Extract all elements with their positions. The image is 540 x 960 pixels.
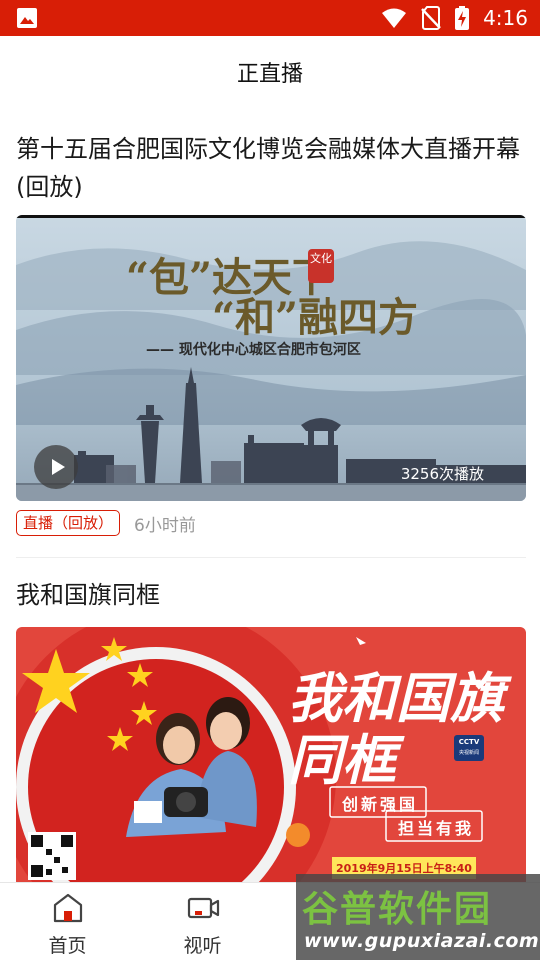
- watermark-logo: 谷普软件园: [302, 889, 493, 930]
- video-thumbnail[interactable]: 我和国旗同框 CCTV 央视新闻 创新强国 担当有我 2019年9月15日上午8…: [16, 627, 526, 882]
- nav-item-home[interactable]: 首页: [0, 883, 135, 960]
- article-meta: 直播（回放） 6小时前: [16, 510, 526, 536]
- image-icon: [17, 8, 37, 28]
- play-button[interactable]: [34, 445, 78, 489]
- publish-time: 6小时前: [134, 515, 196, 536]
- thumbnail-subtitle: —— 现代化中心城区合肥市包河区: [146, 342, 361, 358]
- battery-charging-icon: [455, 6, 470, 30]
- status-bar: 4:16: [0, 0, 540, 36]
- live-replay-badge: 直播（回放）: [16, 510, 121, 536]
- slogan-line-2: “和”融四方: [212, 294, 419, 341]
- status-time: 4:16: [483, 6, 528, 30]
- site-watermark: 谷普软件园 www.gupuxiazai.com: [296, 874, 540, 960]
- article-title[interactable]: 第十五届合肥国际文化博览会融媒体大直播开幕(回放): [16, 130, 526, 206]
- play-icon: [52, 459, 65, 475]
- watermark-url: www.gupuxiazai.com: [304, 930, 540, 952]
- poster-slogan-1: 创新强国: [342, 795, 419, 814]
- video-camera-icon: [187, 897, 219, 919]
- poster-slogan-2: 担当有我: [398, 819, 475, 838]
- feed-item-flag[interactable]: 我和国旗同框 我和国旗同框 CCTV 央视新闻 创新强国 担当有我 2019年9…: [16, 576, 526, 882]
- nav-item-video[interactable]: 视听: [135, 883, 270, 960]
- video-thumbnail[interactable]: “包”达天下 文化 “和”融四方 —— 现代化中心城区合肥市包河区 3256次播…: [16, 215, 526, 501]
- poster-headline: 我和国旗同框: [288, 666, 504, 792]
- play-count: 3256次播放: [400, 465, 484, 483]
- home-icon: [53, 893, 82, 923]
- feed-divider: [16, 557, 526, 558]
- nav-label-home: 首页: [48, 935, 87, 957]
- cctv-logo: CCTV 央视新闻: [454, 735, 484, 761]
- title-bar: 正直播: [0, 36, 540, 108]
- no-sim-icon: [421, 6, 441, 30]
- feed-list[interactable]: 第十五届合肥国际文化博览会融媒体大直播开幕(回放) “包”达天下 文化 “和”融…: [0, 108, 540, 882]
- cctv-logo-text: CCTV: [458, 738, 480, 746]
- feed-item-live-replay[interactable]: 第十五届合肥国际文化博览会融媒体大直播开幕(回放) “包”达天下 文化 “和”融…: [16, 130, 526, 536]
- nav-label-video: 视听: [183, 935, 222, 957]
- cctv-logo-sub: 央视新闻: [458, 750, 479, 756]
- page-title: 正直播: [236, 62, 303, 87]
- article-title[interactable]: 我和国旗同框: [16, 576, 526, 614]
- seal-stamp: 文化: [308, 249, 334, 283]
- wifi-icon: [382, 8, 407, 28]
